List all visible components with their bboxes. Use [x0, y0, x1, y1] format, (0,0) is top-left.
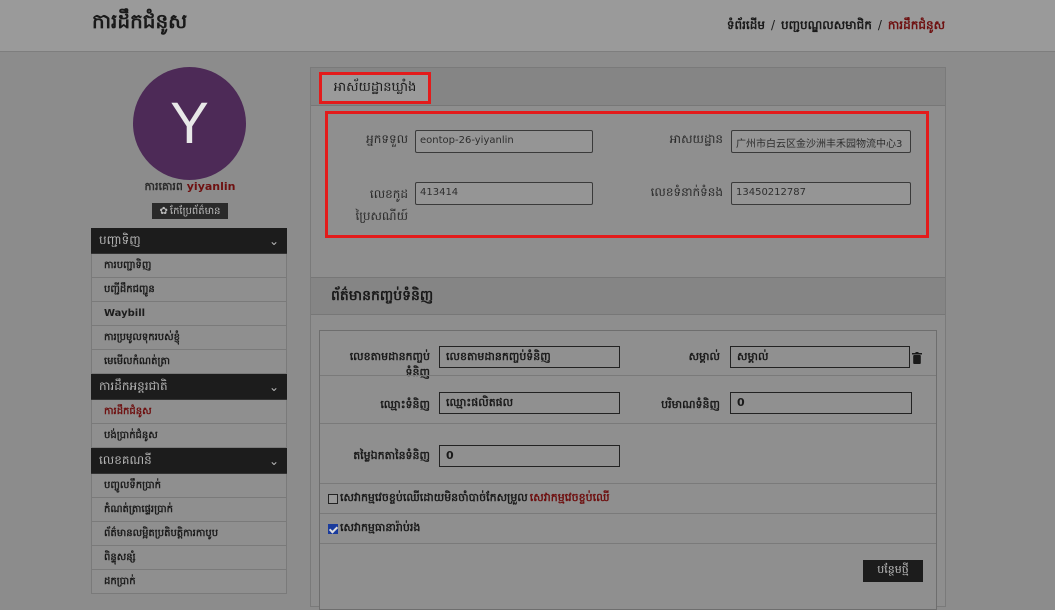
page-title: ការដឹកជំនូស: [92, 9, 188, 33]
note-label: សម្គាល់: [688, 350, 720, 363]
sidebar: បញ្ជាទិញ ⌄ ការបញ្ជាទិញ បញ្ជីដឹកជញ្ជូន Wa…: [91, 228, 287, 594]
sidebar-header-label: បញ្ជាទិញ: [99, 232, 141, 247]
gear-icon: ✿: [159, 205, 168, 217]
tracking-label: លេខតាមដានកញ្ចប់ទំនិញ: [349, 350, 430, 379]
edit-profile-label: កែប្រែព័ត៌មាន: [169, 205, 221, 217]
breadcrumb-current: ការដឹកជំនូស: [887, 18, 945, 32]
sidebar-header-orders[interactable]: បញ្ជាទិញ ⌄: [91, 228, 287, 254]
sidebar-item-wallet-details[interactable]: ព័ត៌មានលម្អិតប្រតិបត្តិការកាបូប: [91, 522, 287, 546]
sidebar-item-points[interactable]: ពិន្ទុសន្សំ: [91, 546, 287, 570]
breadcrumb-separator: /: [770, 18, 775, 32]
sidebar-item-forwarding-payment[interactable]: បង់ប្រាក់ជំនូស: [91, 424, 287, 448]
sidebar-header-label: ការដឹកអន្តរជាតិ: [99, 378, 168, 393]
receiver-field[interactable]: eontop-26-yiyanlin: [415, 130, 593, 153]
sidebar-item-favorites[interactable]: ការប្រមូលទុករបស់ខ្ញុំ: [91, 326, 287, 350]
warehouse-address-box: អ្នកទទួល eontop-26-yiyanlin អាសយដ្ឋាន 广州…: [325, 111, 929, 238]
top-header: ការដឹកជំនូស ទំព័រដើម / បញ្ជបណ្ឌលសមាជិក / ការ…: [0, 0, 1055, 52]
username: yiyanlin: [186, 180, 236, 193]
package-info-box: លេខតាមដានកញ្ចប់ទំនិញ លេខតាមដានកញ្ចប់ទំនិ…: [319, 330, 937, 610]
phone-field[interactable]: 13450212787: [731, 182, 911, 205]
add-new-button[interactable]: បន្ថែមថ្មី: [863, 560, 923, 582]
unit-price-label: តម្លៃឯកតានៃទំនិញ: [353, 449, 430, 462]
quantity-label: បរិមាណទំនិញ: [661, 398, 720, 411]
checkbox-box-checked[interactable]: [328, 524, 338, 534]
insurance-checkbox[interactable]: សេវាកម្មធានារ៉ាប់រង: [328, 521, 420, 537]
greeting-prefix: ការគោរព: [144, 180, 183, 193]
product-name-input[interactable]: ឈ្មោះផលិតផល: [439, 392, 620, 414]
edit-profile-button[interactable]: ✿ កែប្រែព័ត៌មាន: [152, 203, 228, 219]
chevron-down-icon: ⌄: [268, 453, 279, 468]
breadcrumb-separator: /: [877, 18, 882, 32]
sidebar-item-orders[interactable]: ការបញ្ជាទិញ: [91, 254, 287, 278]
package-info-header: ព័ត៌មានកញ្ចប់ទំនិញ: [311, 277, 945, 315]
sidebar-item-transfer-records[interactable]: កំណត់ត្រាផ្ទេរប្រាក់: [91, 498, 287, 522]
sidebar-item-topup[interactable]: បញ្ចូលទឹកប្រាក់: [91, 474, 287, 498]
wood-packing-checkbox[interactable]: សេវាកម្មវេចខ្ចប់ឈើដោយមិនចាំបាច់កែសម្រួល …: [328, 491, 610, 507]
postal-field[interactable]: 413414: [415, 182, 593, 205]
greeting: ការគោរព yiyanlin: [100, 180, 280, 196]
product-name-label: ឈ្មោះទំនិញ: [380, 398, 430, 411]
row-divider: [320, 375, 936, 376]
breadcrumb: ទំព័រដើម / បញ្ជបណ្ឌលសមាជិក / ការដឹកជំនូស: [727, 17, 945, 35]
sidebar-header-label: លេខគណនី: [99, 452, 152, 467]
note-input[interactable]: សម្គាល់: [730, 346, 910, 368]
postal-label: លេខកូដ ប្រៃសណីយ៍: [338, 183, 409, 227]
checkbox-box[interactable]: [328, 494, 338, 504]
warehouse-address-header: អាស័យដ្ឋានឃ្លាំង: [311, 68, 945, 106]
tracking-input[interactable]: លេខតាមដានកញ្ចប់ទំនិញ: [439, 346, 620, 368]
chevron-down-icon: ⌄: [268, 379, 279, 394]
postal-label-line1: លេខកូដ: [369, 187, 408, 201]
breadcrumb-member-center[interactable]: បញ្ជបណ្ឌលសមាជិក: [781, 18, 872, 32]
sidebar-header-account[interactable]: លេខគណនី ⌄: [91, 448, 287, 474]
postal-label-line2: ប្រៃសណីយ៍: [355, 209, 409, 223]
address-label: អាសយដ្ឋាន: [669, 132, 723, 146]
phone-label: លេខទំនាក់ទំនង: [650, 185, 723, 199]
trash-icon[interactable]: [912, 352, 922, 364]
row-divider: [320, 423, 936, 424]
row-divider: [320, 483, 936, 484]
row-divider: [320, 513, 936, 514]
address-field[interactable]: 广州市白云区金沙洲丰禾园物流中心3: [731, 130, 911, 153]
sidebar-header-international[interactable]: ការដឹកអន្តរជាតិ ⌄: [91, 374, 287, 400]
sidebar-item-shipping-list[interactable]: បញ្ជីដឹកជញ្ជូន: [91, 278, 287, 302]
sidebar-item-waybill[interactable]: Waybill: [91, 302, 287, 326]
quantity-input[interactable]: 0: [730, 392, 912, 414]
avatar: Y: [133, 67, 246, 180]
receiver-label: អ្នកទទួល: [366, 132, 408, 146]
wood-packing-label: សេវាកម្មវេចខ្ចប់ឈើដោយមិនចាំបាច់កែសម្រួល: [340, 491, 528, 504]
sidebar-item-history[interactable]: មេមើលកំណត់ត្រា: [91, 350, 287, 374]
sidebar-item-forwarding[interactable]: ការដឹកជំនូស: [91, 400, 287, 424]
sidebar-item-withdraw[interactable]: ដកប្រាក់: [91, 570, 287, 594]
breadcrumb-home[interactable]: ទំព័រដើម: [727, 18, 765, 32]
row-divider: [320, 543, 936, 544]
unit-price-input[interactable]: 0: [439, 445, 620, 467]
chevron-down-icon: ⌄: [268, 233, 279, 248]
insurance-label: សេវាកម្មធានារ៉ាប់រង: [340, 521, 421, 534]
warehouse-address-title: អាស័យដ្ឋានឃ្លាំង: [319, 72, 431, 104]
main-panel: អាស័យដ្ឋានឃ្លាំង អ្នកទទួល eontop-26-yiya…: [310, 67, 946, 610]
wood-packing-service-link[interactable]: សេវាកម្មវេចខ្ចប់ឈើ: [530, 491, 610, 507]
